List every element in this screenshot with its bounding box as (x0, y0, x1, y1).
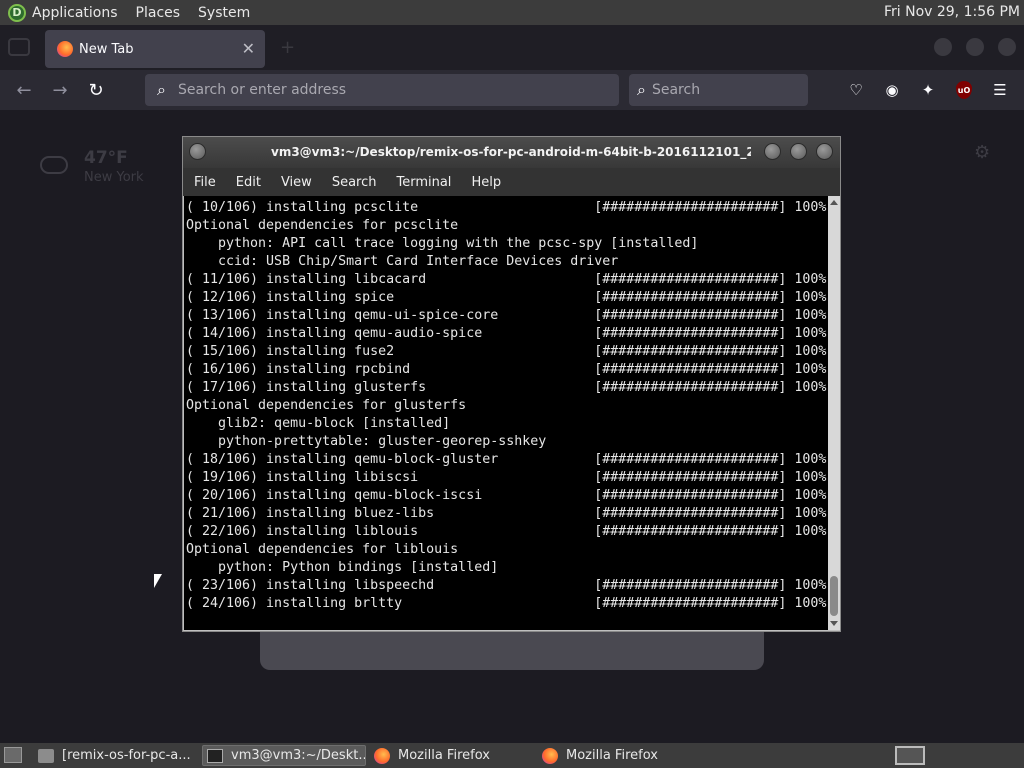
task-label: vm3@vm3:~/Deskt... (231, 748, 366, 763)
scroll-down-icon[interactable] (830, 621, 838, 626)
workspace-switcher[interactable] (895, 746, 925, 765)
close-tab-icon[interactable]: ✕ (242, 39, 255, 58)
firefox-icon (374, 747, 390, 764)
account-icon[interactable]: ◉ (881, 79, 903, 101)
menu-icon[interactable]: ☰ (989, 79, 1011, 101)
terminal-line: ( 17/106) installing glusterfs [########… (186, 380, 827, 395)
applications-menu[interactable]: Applications (32, 5, 118, 21)
task-firefox-1[interactable]: Mozilla Firefox (370, 745, 534, 766)
terminal-line: ( 18/106) installing qemu-block-gluster … (186, 452, 827, 467)
maximize-button[interactable] (790, 143, 807, 160)
tab-new-tab[interactable]: New Tab ✕ (45, 30, 265, 68)
terminal-line: python: Python bindings [installed] (186, 560, 499, 575)
search-placeholder: Search (651, 82, 701, 98)
search-icon: ⌕ (157, 80, 166, 99)
browser-tab-bar: New Tab ✕ + (0, 25, 1024, 70)
clock[interactable]: Fri Nov 29, 1:56 PM (884, 4, 1020, 20)
task-label: [remix-os-for-pc-a... (62, 748, 191, 763)
terminal-line: ( 24/106) installing brltty [###########… (186, 596, 827, 611)
places-menu[interactable]: Places (136, 5, 181, 21)
terminal-title: vm3@vm3:~/Desktop/remix-os-for-pc-androi… (271, 145, 751, 159)
tab-overview-icon[interactable] (8, 38, 30, 56)
gear-icon[interactable]: ⚙ (974, 142, 990, 163)
back-icon[interactable]: ← (12, 78, 36, 102)
minimize-button[interactable] (764, 143, 781, 160)
terminal-line: ( 15/106) installing fuse2 [############… (186, 344, 827, 359)
mouse-pointer-icon (154, 574, 162, 588)
terminal-line: ( 13/106) installing qemu-ui-spice-core … (186, 308, 827, 323)
task-file-manager[interactable]: [remix-os-for-pc-a... (34, 745, 198, 766)
terminal-line: ccid: USB Chip/Smart Card Interface Devi… (186, 254, 619, 269)
window-menu-button[interactable] (189, 143, 206, 160)
firefox-icon (57, 41, 73, 57)
terminal-line: Optional dependencies for glusterfs (186, 398, 467, 413)
maximize-button[interactable] (966, 38, 984, 56)
terminal-line: ( 19/106) installing libiscsi [#########… (186, 470, 827, 485)
new-tab-icon[interactable]: + (280, 37, 295, 58)
tab-title: New Tab (79, 41, 134, 57)
terminal-scrollbar[interactable] (828, 196, 840, 630)
menu-view[interactable]: View (281, 175, 312, 190)
close-window-button[interactable] (816, 143, 833, 160)
terminal-line: Optional dependencies for liblouis (186, 542, 459, 557)
extensions-icon[interactable]: ✦ (917, 79, 939, 101)
terminal-line: glib2: qemu-block [installed] (186, 416, 451, 431)
bottom-taskbar: [remix-os-for-pc-a... vm3@vm3:~/Deskt...… (0, 743, 1024, 768)
terminal-line: ( 20/106) installing qemu-block-iscsi [#… (186, 488, 827, 503)
menu-search[interactable]: Search (332, 175, 377, 190)
top-panel: D Applications Places System Fri Nov 29,… (0, 0, 1024, 25)
terminal-menubar: File Edit View Search Terminal Help (183, 168, 840, 196)
distro-logo-icon[interactable]: D (8, 3, 26, 22)
weather-city: New York (84, 170, 144, 185)
menu-file[interactable]: File (194, 175, 216, 190)
terminal-line: python: API call trace logging with the … (186, 236, 699, 251)
cloud-icon (40, 156, 68, 174)
task-terminal[interactable]: vm3@vm3:~/Deskt... (202, 745, 366, 766)
menu-help[interactable]: Help (471, 175, 501, 190)
search-bar[interactable]: ⌕ Search (629, 74, 808, 106)
search-icon: ⌕ (637, 80, 646, 99)
terminal-line: ( 23/106) installing libspeechd [#######… (186, 578, 827, 593)
terminal-line: ( 12/106) installing spice [############… (186, 290, 827, 305)
terminal-line: ( 22/106) installing liblouis [#########… (186, 524, 827, 539)
terminal-line: Optional dependencies for pcsclite (186, 218, 459, 233)
terminal-line: ( 11/106) installing libcacard [########… (186, 272, 827, 287)
minimize-button[interactable] (934, 38, 952, 56)
pocket-icon[interactable]: ♡ (845, 79, 867, 101)
close-window-button[interactable] (998, 38, 1016, 56)
system-menu[interactable]: System (198, 5, 250, 21)
terminal-line: ( 10/106) installing pcsclite [#########… (186, 200, 827, 215)
ublock-origin-icon[interactable]: uO (956, 81, 972, 99)
reload-icon[interactable]: ↻ (84, 78, 108, 102)
menu-edit[interactable]: Edit (236, 175, 261, 190)
terminal-line: ( 16/106) installing rpcbind [##########… (186, 362, 827, 377)
terminal-line: python-prettytable: gluster-georep-sshke… (186, 434, 547, 449)
forward-icon[interactable]: → (48, 78, 72, 102)
weather-temperature: 47°F (84, 148, 128, 168)
task-label: Mozilla Firefox (566, 748, 658, 763)
scroll-up-icon[interactable] (830, 200, 838, 205)
terminal-window: vm3@vm3:~/Desktop/remix-os-for-pc-androi… (182, 136, 841, 632)
terminal-output[interactable]: ( 10/106) installing pcsclite [#########… (184, 196, 828, 630)
terminal-icon (207, 748, 223, 763)
terminal-line: ( 21/106) installing bluez-libs [#######… (186, 506, 827, 521)
task-firefox-2[interactable]: Mozilla Firefox (538, 745, 702, 766)
task-label: Mozilla Firefox (398, 748, 490, 763)
menu-terminal[interactable]: Terminal (396, 175, 451, 190)
firefox-icon (542, 747, 558, 764)
terminal-titlebar[interactable]: vm3@vm3:~/Desktop/remix-os-for-pc-androi… (183, 137, 840, 168)
url-placeholder: Search or enter address (177, 82, 347, 98)
url-bar[interactable]: ⌕ Search or enter address (145, 74, 619, 106)
show-desktop-icon[interactable] (4, 747, 22, 763)
folder-icon (38, 748, 54, 763)
terminal-line: ( 14/106) installing qemu-audio-spice [#… (186, 326, 827, 341)
scrollbar-thumb[interactable] (830, 576, 838, 616)
browser-nav-bar: ← → ↻ ⌕ Search or enter address ⌕ Search… (0, 70, 1024, 110)
